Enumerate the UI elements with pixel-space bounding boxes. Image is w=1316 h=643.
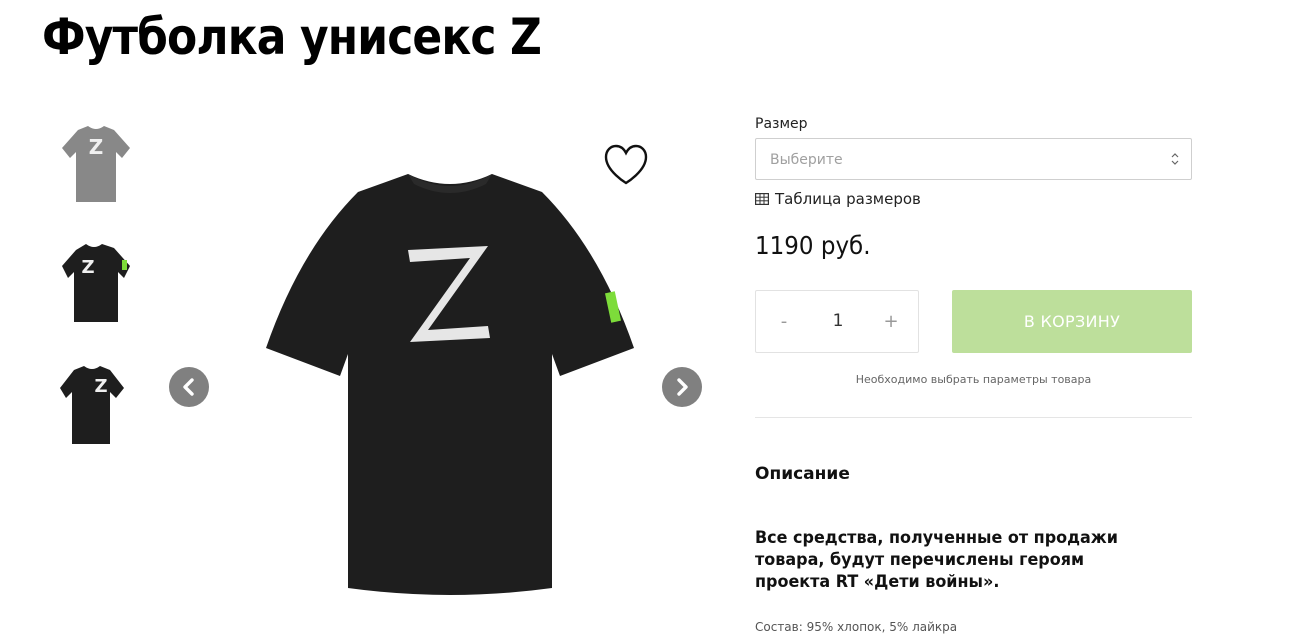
size-select-placeholder: Выберите <box>770 152 843 168</box>
description-text: Все средства, полученные от продажи това… <box>755 528 1118 592</box>
product-gallery <box>160 130 720 600</box>
grey-tshirt-image: Z <box>62 126 130 202</box>
chevron-updown-icon <box>1171 153 1179 165</box>
product-title: Футболка унисекс Z <box>42 8 542 66</box>
description-title: Описание <box>755 464 850 484</box>
cart-notice: Необходимо выбрать параметры товара <box>855 373 1092 386</box>
svg-text:Z: Z <box>81 257 94 278</box>
thumbnail-grey-front[interactable]: Z <box>58 118 134 208</box>
svg-text:Z: Z <box>94 376 107 397</box>
svg-text:Z: Z <box>89 135 104 159</box>
chevron-left-icon <box>183 378 194 396</box>
thumbnail-black-front[interactable]: Z <box>58 358 134 448</box>
quantity-decrease-button[interactable]: - <box>772 311 796 332</box>
main-product-image <box>266 174 634 595</box>
next-image-button[interactable] <box>662 367 702 407</box>
quantity-increase-button[interactable]: + <box>879 311 903 332</box>
size-label: Размер <box>755 116 808 132</box>
product-composition: Состав: 95% хлопок, 5% лайкра <box>755 620 958 634</box>
prev-image-button[interactable] <box>169 367 209 407</box>
quantity-value[interactable]: 1 <box>816 311 860 331</box>
product-price: 1190 руб. <box>755 231 871 260</box>
table-grid-icon <box>755 193 769 205</box>
heart-outline-icon[interactable] <box>602 143 650 187</box>
add-to-cart-button[interactable]: В КОРЗИНУ <box>952 290 1192 353</box>
chevron-right-icon <box>677 378 688 396</box>
divider <box>755 417 1192 418</box>
size-select[interactable]: Выберите <box>755 138 1192 180</box>
quantity-stepper: - 1 + <box>755 290 919 353</box>
size-table-link[interactable]: Таблица размеров <box>755 190 921 208</box>
black-tshirt-side-image: Z <box>62 244 130 322</box>
thumbnail-black-side[interactable]: Z <box>58 238 134 328</box>
size-table-label: Таблица размеров <box>775 190 921 208</box>
black-tshirt-front-image: Z <box>60 366 124 444</box>
